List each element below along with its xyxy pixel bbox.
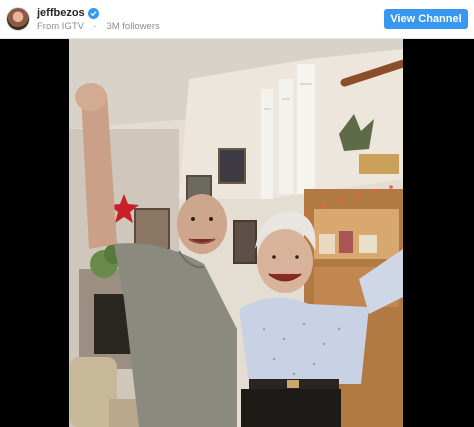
video-player[interactable] — [0, 39, 474, 427]
username-link[interactable]: jeffbezos — [37, 7, 85, 19]
view-channel-button[interactable]: View Channel — [384, 9, 468, 29]
separator-dot: · — [93, 21, 97, 32]
video-frame — [69, 39, 403, 427]
post-header: jeffbezos From IGTV · 3M followers View … — [0, 0, 474, 39]
username-row: jeffbezos — [37, 7, 99, 19]
video-still-image — [69, 39, 403, 427]
verified-badge-icon — [87, 7, 99, 19]
post-subline: From IGTV · 3M followers — [37, 21, 167, 32]
followers-count: 3M followers — [106, 21, 160, 32]
profile-avatar[interactable] — [6, 7, 30, 31]
source-label: From IGTV — [37, 21, 84, 32]
